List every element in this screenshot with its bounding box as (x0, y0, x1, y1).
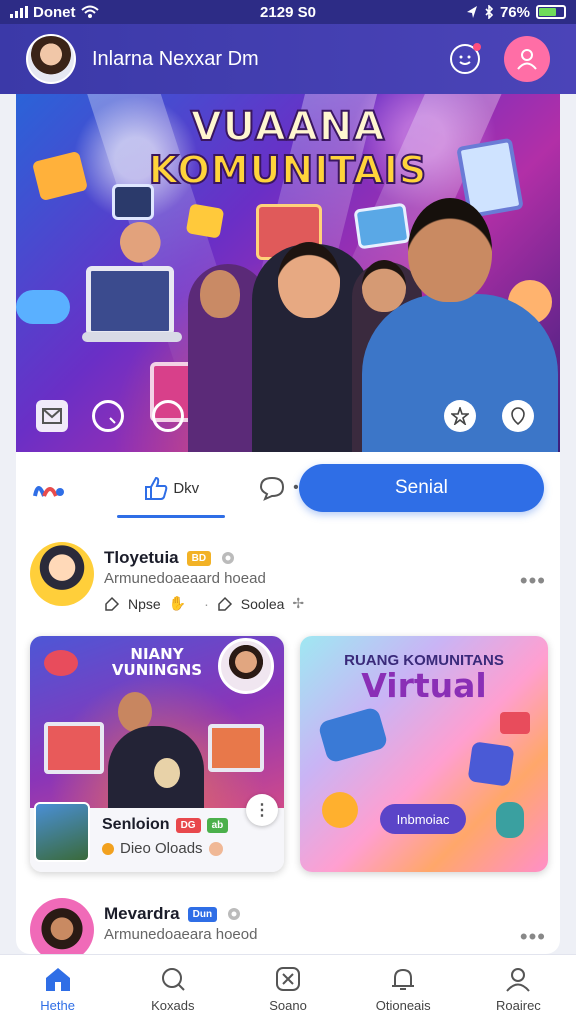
tile-action-button[interactable]: Inbmoiac (380, 804, 466, 834)
post-item[interactable]: Mevardra Dun Armunedoaeara hoeod ••• (16, 898, 560, 954)
link-icon (218, 596, 232, 611)
star-icon[interactable] (444, 400, 476, 432)
tile-title: Senloion (102, 816, 170, 833)
media-tile-senloion[interactable]: NIANY VUNINGNS Senloion DG ab Dieo Oload… (30, 636, 284, 872)
action-row: Dkv • Senial (16, 452, 560, 524)
post-meta-second[interactable]: Soolea (241, 596, 285, 612)
tile-more-icon[interactable]: ⋮ (246, 794, 278, 826)
tile-dot-icon (102, 842, 114, 855)
author-badge: Dun (187, 906, 218, 922)
send-button[interactable]: Senial (298, 464, 544, 512)
gear-icon (228, 908, 241, 920)
like-label: Dkv (173, 479, 200, 497)
more-options-icon[interactable]: ••• (520, 924, 546, 950)
feed-card: VUAANA KOMUNITAIS Dkv • Senial Tloyetuia… (16, 94, 560, 954)
post-subtitle: Armunedoaeaard hoead (104, 570, 266, 587)
post-avatar[interactable] (30, 898, 94, 954)
user-icon (517, 49, 537, 70)
nav-label: Koxads (151, 998, 195, 1013)
tile-image: RUANG KOMUNITANS Virtual Inbmoiac (300, 636, 548, 872)
chat-bubble-icon[interactable] (152, 400, 184, 432)
battery-icon (536, 5, 566, 19)
wifi-icon (80, 5, 99, 18)
search-chat-icon (161, 968, 185, 991)
post-meta-first[interactable]: Npse (128, 596, 161, 612)
nav-item-notifications[interactable]: Otioneais (346, 955, 461, 1024)
nav-label: Hethe (40, 998, 75, 1013)
pin-icon[interactable] (502, 400, 534, 432)
close-box-icon (276, 967, 300, 991)
author-badge: BD (186, 550, 212, 566)
post-subtitle: Armunedoaeara hoeod (104, 926, 258, 943)
post-avatar[interactable] (30, 542, 94, 606)
nav-item-home[interactable]: Hethe (0, 955, 115, 1024)
sparkle-icon: ✢ (292, 595, 305, 611)
home-icon (45, 968, 70, 991)
more-options-icon[interactable]: ••• (520, 568, 546, 594)
hero-banner[interactable]: VUAANA KOMUNITAIS (16, 94, 560, 452)
media-tile-virtual[interactable]: RUANG KOMUNITANS Virtual Inbmoiac (300, 636, 548, 872)
nav-label: Roairec (496, 998, 541, 1013)
emoji-icon (208, 841, 223, 856)
tag-icon (105, 596, 120, 611)
status-bar: Donet 2129 S0 76% (0, 0, 576, 24)
carrier-label: Donet (33, 3, 76, 21)
nav-item-search[interactable]: Koxads (115, 955, 230, 1024)
more-dot-icon: • (293, 479, 299, 496)
bell-icon (392, 968, 415, 990)
app-logo-icon[interactable] (32, 476, 67, 500)
nav-label: Otioneais (375, 998, 431, 1013)
smiley-notification-icon[interactable] (450, 43, 481, 74)
like-tab[interactable]: Dkv (117, 452, 226, 524)
message-icon[interactable] (36, 400, 68, 432)
post-author[interactable]: Mevardra (104, 904, 180, 924)
tile-footer: Senloion DG ab Dieo Oloads ⋮ (30, 794, 284, 872)
app-header: Inlarna Nexxar Dm (0, 24, 576, 94)
header-title: Inlarna Nexxar Dm (92, 47, 259, 70)
nav-item-profile[interactable]: Roairec (461, 955, 576, 1024)
fire-icon: ✋ (168, 595, 187, 611)
comment-button[interactable]: • (259, 475, 299, 501)
user-icon (506, 968, 531, 992)
user-avatar[interactable] (26, 34, 76, 84)
bluetooth-icon (485, 5, 494, 19)
nav-item-create[interactable]: Soano (230, 955, 345, 1024)
location-icon (466, 6, 477, 18)
bottom-nav: Hethe Koxads Soano Otioneais Roairec (0, 954, 576, 1024)
profile-button[interactable] (504, 36, 550, 82)
post-item[interactable]: Tloyetuia BD Armunedoaeaard hoead Npse ✋… (16, 542, 560, 618)
battery-percent: 76% (499, 3, 530, 21)
search-icon[interactable] (92, 400, 124, 432)
tile-badge-2: ab (206, 817, 229, 833)
tile-badge-1: DG (175, 817, 201, 833)
tile-subtitle: Dieo Oloads (120, 840, 203, 857)
tile-thumbnail (34, 802, 90, 862)
nav-label: Soano (269, 998, 307, 1013)
tile-image: NIANY VUNINGNS (30, 636, 284, 808)
clock: 2129 S0 (260, 3, 316, 21)
comment-icon (260, 476, 285, 501)
signal-icon (10, 6, 28, 18)
tile-subtitle: Virtual (361, 666, 487, 705)
thumbs-up-icon (145, 476, 168, 500)
post-author[interactable]: Tloyetuia (104, 548, 179, 568)
gear-icon (222, 552, 235, 564)
